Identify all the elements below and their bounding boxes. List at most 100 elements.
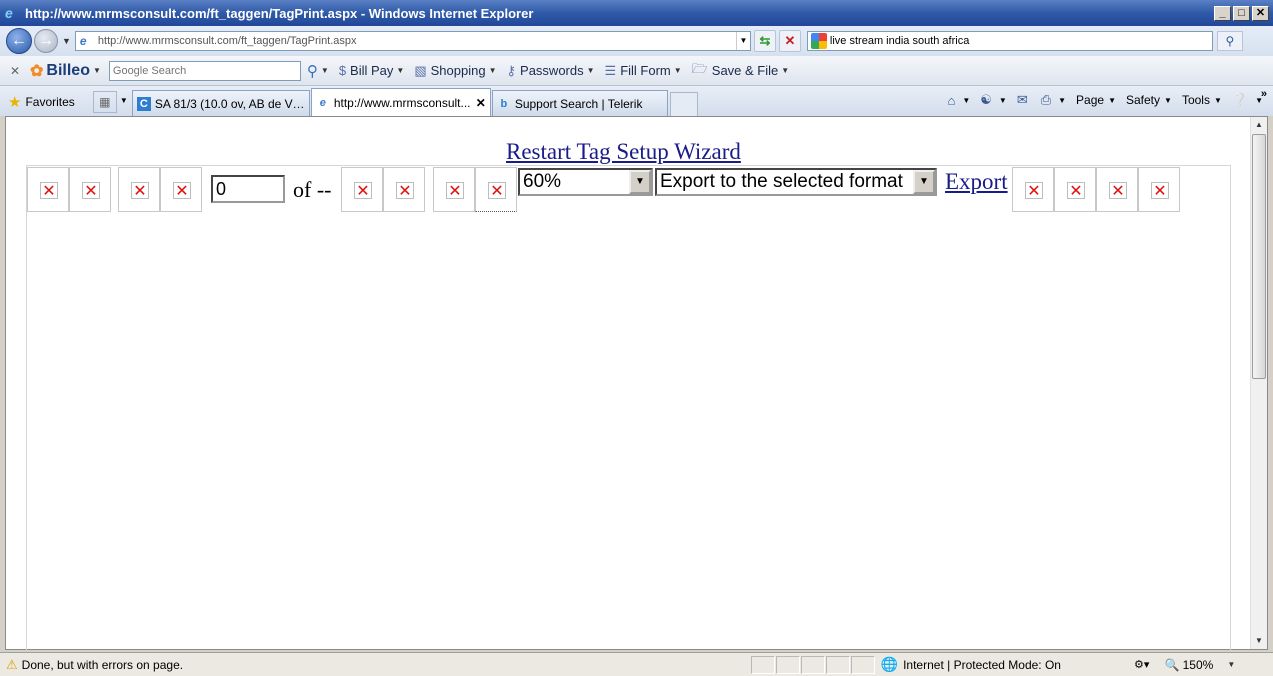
- export-link[interactable]: Export: [945, 169, 1008, 195]
- billeo-logo[interactable]: ✿ Billeo ▼: [30, 61, 101, 81]
- address-bar[interactable]: e http://www.mrmsconsult.com/ft_taggen/T…: [74, 31, 751, 51]
- form-icon: ☰: [604, 62, 617, 78]
- search-options-dropdown-icon[interactable]: ▼: [321, 66, 329, 75]
- zoom-select-value: 60%: [523, 171, 562, 192]
- scroll-down-icon[interactable]: ▼: [1251, 633, 1267, 649]
- refresh-report-button[interactable]: ✕: [160, 167, 202, 212]
- chevron-down-icon[interactable]: ▼: [913, 170, 935, 194]
- forward-button[interactable]: →: [34, 29, 58, 53]
- command-bar: ⌂ ▼ ☯ ▼ ✉ ⎙ ▼ Page ▼ Safety ▼ Tools ▼ ❔ ▼: [947, 92, 1263, 108]
- page-favicon-icon: e: [79, 34, 87, 48]
- scrollbar-thumb[interactable]: [1252, 134, 1266, 379]
- read-mail-button[interactable]: ✉: [1017, 92, 1031, 108]
- first-page-button[interactable]: ✕: [27, 167, 69, 212]
- close-toolbar-icon[interactable]: ✕: [10, 64, 26, 78]
- chevron-down-icon: ▼: [586, 66, 595, 75]
- broken-image-icon: ✕: [1067, 182, 1085, 199]
- find-button[interactable]: ✕: [1012, 167, 1054, 212]
- broken-image-icon: ✕: [82, 182, 100, 199]
- search-go-icon[interactable]: ⚲: [1216, 31, 1243, 51]
- ie-logo-icon: e: [5, 5, 13, 21]
- security-zone[interactable]: 🌐 Internet | Protected Mode: On: [881, 656, 1127, 673]
- zoom-icon: 🔍: [1164, 657, 1180, 672]
- ie-page-favicon-icon: e: [319, 96, 326, 109]
- broken-image-icon: ✕: [131, 182, 149, 199]
- globe-icon: 🌐: [880, 656, 899, 672]
- navigation-buttons: ← → ▼: [6, 28, 75, 54]
- bill-pay-label: Bill Pay: [350, 63, 394, 78]
- scroll-up-icon[interactable]: ▲: [1251, 117, 1267, 133]
- print-button[interactable]: ⎙ ▼: [1041, 92, 1066, 108]
- back-button[interactable]: ←: [6, 28, 32, 54]
- safety-menu[interactable]: Safety ▼: [1126, 93, 1172, 107]
- passwords-label: Passwords: [520, 63, 584, 78]
- search-icon[interactable]: ⚲: [307, 62, 318, 80]
- stop-icon[interactable]: ✕: [778, 30, 801, 52]
- warning-icon[interactable]: ⚠: [6, 657, 18, 673]
- help-menu[interactable]: ❔ ▼: [1232, 92, 1263, 108]
- home-button[interactable]: ⌂ ▼: [947, 93, 970, 108]
- billeo-flower-icon: ✿: [30, 62, 44, 80]
- export-format-select[interactable]: Export to the selected format ▼: [655, 168, 937, 196]
- fill-form-menu[interactable]: ☰ Fill Form ▼: [605, 63, 682, 79]
- page-menu[interactable]: Page ▼: [1076, 93, 1116, 107]
- status-segment: [825, 655, 850, 674]
- quick-tabs-icon[interactable]: ▦: [92, 91, 117, 113]
- feeds-button[interactable]: ☯ ▼: [980, 92, 1007, 108]
- tab-list-dropdown-icon[interactable]: ▼: [117, 91, 131, 113]
- status-bar: ⚠ Done, but with errors on page. 🌐 Inter…: [0, 652, 1273, 676]
- vertical-scrollbar[interactable]: ▲ ▼: [1250, 117, 1267, 649]
- restart-tag-setup-wizard-link[interactable]: Restart Tag Setup Wizard: [506, 139, 741, 165]
- passwords-menu[interactable]: ⚷ Passwords ▼: [507, 63, 595, 79]
- address-dropdown-icon[interactable]: ▼: [735, 32, 750, 50]
- protection-settings-icon[interactable]: ⚙▾: [1127, 658, 1157, 671]
- google-search-input[interactable]: [108, 60, 301, 81]
- tab-cricket-score[interactable]: C SA 81/3 (10.0 ov, AB de Villi...: [131, 90, 310, 116]
- document-map-button[interactable]: ✕: [1096, 167, 1138, 212]
- broken-image-icon: ✕: [173, 182, 191, 199]
- tools-menu[interactable]: Tools ▼: [1182, 93, 1222, 107]
- printer-icon: ⎙: [1040, 92, 1052, 107]
- zoom-level[interactable]: 🔍 150% ▼: [1165, 658, 1236, 672]
- current-page-input[interactable]: 0: [211, 175, 285, 203]
- print-preview-button[interactable]: ✕: [475, 167, 517, 212]
- back-to-parent-button[interactable]: ✕: [118, 167, 160, 212]
- status-segment: [775, 655, 800, 674]
- zoom-select[interactable]: 60% ▼: [518, 168, 653, 196]
- export-format-value: Export to the selected format: [660, 171, 903, 192]
- close-window-button[interactable]: ✕: [1252, 5, 1269, 21]
- refresh-icon[interactable]: ⇆: [753, 30, 776, 52]
- toolbar-overflow-chevron-icon[interactable]: »: [1261, 88, 1267, 100]
- print-report-button[interactable]: ✕: [433, 167, 475, 212]
- search-input[interactable]: live stream india south africa: [830, 35, 969, 47]
- window-title: http://www.mrmsconsult.com/ft_taggen/Tag…: [25, 5, 534, 21]
- safety-menu-label: Safety: [1126, 93, 1161, 107]
- tab-telerik-support[interactable]: b Support Search | Telerik: [491, 90, 668, 116]
- tab-tagprint[interactable]: e http://www.mrmsconsult... ✕: [310, 88, 491, 116]
- title-bar: e http://www.mrmsconsult.com/ft_taggen/T…: [0, 0, 1273, 26]
- bill-pay-menu[interactable]: $ Bill Pay ▼: [339, 63, 405, 78]
- save-file-menu[interactable]: 🗁 Save & File ▼: [692, 60, 790, 82]
- search-box[interactable]: live stream india south africa: [806, 31, 1213, 51]
- tab-label: SA 81/3 (10.0 ov, AB de Villi...: [154, 96, 305, 111]
- previous-page-button[interactable]: ✕: [69, 167, 111, 212]
- star-icon: ★: [8, 94, 22, 111]
- close-tab-icon[interactable]: ✕: [476, 96, 486, 110]
- maximize-button[interactable]: □: [1233, 5, 1250, 21]
- parameters-button[interactable]: ✕: [1138, 167, 1180, 212]
- recent-pages-dropdown-icon[interactable]: ▼: [62, 36, 71, 46]
- billeo-brand: Billeo: [46, 61, 90, 79]
- favorites-button[interactable]: ★ Favorites: [8, 88, 75, 116]
- address-input[interactable]: http://www.mrmsconsult.com/ft_taggen/Tag…: [98, 35, 736, 47]
- find-next-button[interactable]: ✕: [1054, 167, 1096, 212]
- broken-image-icon: ✕: [1025, 182, 1043, 199]
- new-tab-button[interactable]: [669, 92, 698, 116]
- last-page-button[interactable]: ✕: [383, 167, 425, 212]
- home-icon: ⌂: [947, 92, 956, 108]
- google-search-provider-icon: [810, 33, 827, 49]
- chevron-down-icon[interactable]: ▼: [629, 170, 651, 194]
- minimize-button[interactable]: _: [1214, 5, 1231, 21]
- chevron-down-icon: ▼: [1108, 95, 1116, 105]
- next-page-button[interactable]: ✕: [341, 167, 383, 212]
- shopping-menu[interactable]: ▧ Shopping ▼: [414, 63, 496, 79]
